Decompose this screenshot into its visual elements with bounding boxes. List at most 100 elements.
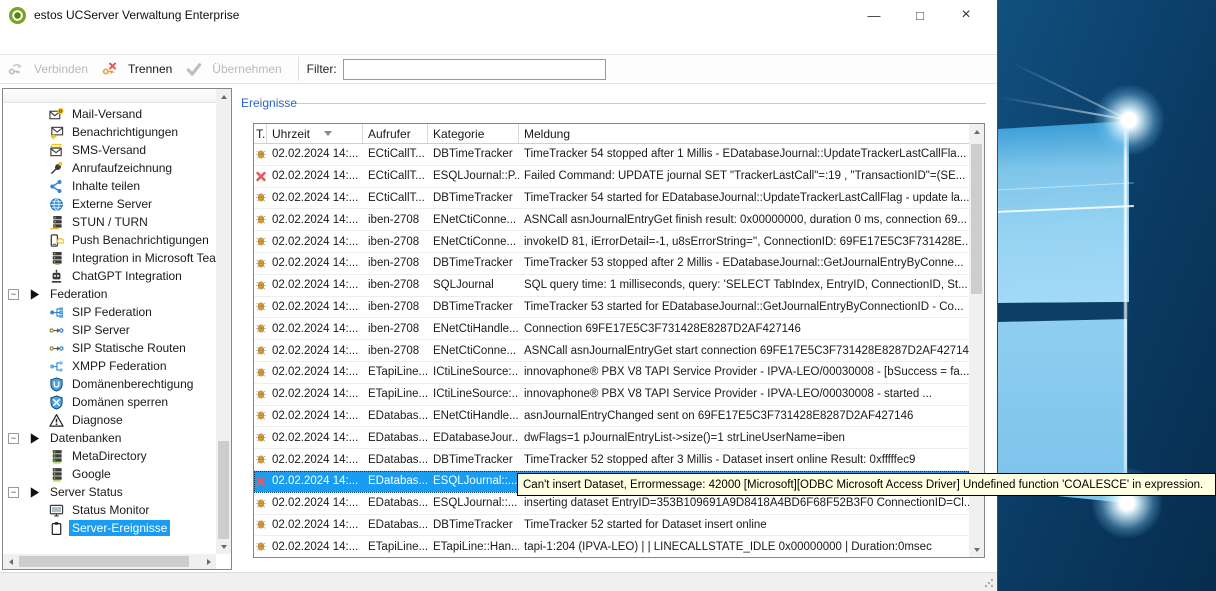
table-row[interactable]: 02.02.2024 14:... ECtiCallT... DBTimeTra… <box>254 188 969 210</box>
table-row[interactable]: 02.02.2024 14:... EDatabas... DBTimeTrac… <box>254 515 969 537</box>
column-header-t[interactable]: T... <box>254 124 267 143</box>
toolbar-separator <box>298 57 299 81</box>
table-row[interactable]: 02.02.2024 14:... EDatabas... DBTimeTrac… <box>254 449 969 471</box>
notification-mail-icon <box>48 124 64 140</box>
sidebar-item-externe-server[interactable]: Externe Server <box>3 195 216 213</box>
collapse-toggle[interactable] <box>8 487 19 498</box>
table-row[interactable]: 02.02.2024 14:... iben-2708 ENetCtiHandl… <box>254 318 969 340</box>
scroll-up-arrow-icon[interactable] <box>216 89 231 104</box>
tree-node-triangle-icon <box>26 430 42 446</box>
sidebar-item-sip-federation[interactable]: SIP Federation <box>3 303 216 321</box>
sidebar-item-dom-nen-sperren[interactable]: Domänen sperren <box>3 393 216 411</box>
disconnect-key-icon <box>102 61 118 77</box>
sidebar-item-status-monitor[interactable]: Status Monitor <box>3 501 216 519</box>
share-content-icon <box>48 178 64 194</box>
collapse-toggle[interactable] <box>8 433 19 444</box>
sip-federation-icon <box>48 304 64 320</box>
sidebar-item-anrufaufzeichnung[interactable]: Anrufaufzeichnung <box>3 159 216 177</box>
toolbar-button-verbinden[interactable]: Verbinden <box>8 61 88 77</box>
table-header-row: T... Uhrzeit Aufrufer Kategorie Meldung <box>254 124 969 144</box>
table-row[interactable]: 02.02.2024 14:... ETapiLine... ICtiLineS… <box>254 362 969 384</box>
menu-hilfe[interactable] <box>64 39 84 45</box>
column-header-aufrufer[interactable]: Aufrufer <box>363 124 428 143</box>
events-group-label: Ereignisse <box>241 96 301 110</box>
column-header-meldung[interactable]: Meldung <box>519 124 969 143</box>
scrollbar-thumb[interactable] <box>971 144 982 294</box>
stun-turn-server-icon <box>48 214 64 230</box>
tree-horizontal-scrollbar[interactable] <box>3 554 216 569</box>
menu-datei[interactable] <box>4 39 24 45</box>
scroll-right-arrow-icon[interactable] <box>201 554 216 569</box>
column-header-uhrzeit[interactable]: Uhrzeit <box>267 124 363 143</box>
bug-icon <box>254 366 267 379</box>
status-monitor-icon <box>48 502 64 518</box>
sidebar-item-google[interactable]: Google <box>3 465 216 483</box>
table-row[interactable]: 02.02.2024 14:... iben-2708 ENetCtiConne… <box>254 231 969 253</box>
table-row[interactable]: 02.02.2024 14:... EDatabas... ENetCtiHan… <box>254 406 969 428</box>
toolbar-button-bernehmen[interactable]: Übernehmen <box>186 61 281 77</box>
error-icon <box>254 170 267 183</box>
bug-icon <box>254 431 267 444</box>
menu-ansicht[interactable] <box>44 39 64 45</box>
scrollbar-thumb[interactable] <box>19 556 189 567</box>
scroll-down-arrow-icon[interactable] <box>969 542 984 557</box>
sidebar-item-diagnose[interactable]: Diagnose <box>3 411 216 429</box>
table-row[interactable]: 02.02.2024 14:... iben-2708 DBTimeTracke… <box>254 297 969 319</box>
sidebar-item-sip-statische-routen[interactable]: SIP Statische Routen <box>3 339 216 357</box>
sidebar-item-federation[interactable]: Federation <box>3 285 216 303</box>
sidebar-item-server-ereignisse[interactable]: Server-Ereignisse <box>3 519 216 537</box>
minimize-button[interactable]: — <box>851 0 897 30</box>
table-row[interactable]: 02.02.2024 14:... EDatabas... ESQLJourna… <box>254 493 969 515</box>
windows-logo-edge <box>1124 130 1127 503</box>
scrollbar-thumb[interactable] <box>218 441 229 539</box>
table-row[interactable]: 02.02.2024 14:... ECtiCallT... ESQLJourn… <box>254 166 969 188</box>
table-row[interactable]: 02.02.2024 14:... iben-2708 ENetCtiConne… <box>254 340 969 362</box>
menubar <box>0 30 997 54</box>
sidebar-item-chatgpt-integration[interactable]: ChatGPT Integration <box>3 267 216 285</box>
sidebar-item-server-status[interactable]: Server Status <box>3 483 216 501</box>
table-row[interactable]: 02.02.2024 14:... iben-2708 SQLJournal S… <box>254 275 969 297</box>
sidebar-item-xmpp-federation[interactable]: XMPP Federation <box>3 357 216 375</box>
push-notification-icon <box>48 232 64 248</box>
table-row[interactable]: 02.02.2024 14:... ECtiCallT... DBTimeTra… <box>254 144 969 166</box>
toolbar-button-trennen[interactable]: Trennen <box>102 61 172 77</box>
sidebar-item-dom-nenberechtigung[interactable]: Domänenberechtigung <box>3 375 216 393</box>
app-window: estos UCServer Verwaltung Enterprise — □… <box>0 0 998 591</box>
apply-check-icon <box>186 61 202 77</box>
sidebar-item-inhalte-teilen[interactable]: Inhalte teilen <box>3 177 216 195</box>
scroll-down-arrow-icon[interactable] <box>216 539 231 554</box>
menu-extras[interactable] <box>24 39 44 45</box>
bug-icon <box>254 300 267 313</box>
tree-vertical-scrollbar[interactable] <box>216 89 231 554</box>
filter-input[interactable] <box>343 59 606 80</box>
column-header-kategorie[interactable]: Kategorie <box>428 124 519 143</box>
bug-icon <box>254 213 267 226</box>
sidebar-item-sms-versand[interactable]: SMS-Versand <box>3 141 216 159</box>
titlebar: estos UCServer Verwaltung Enterprise — □… <box>0 0 997 30</box>
table-row[interactable]: 02.02.2024 14:... EDatabas... EDatabaseJ… <box>254 427 969 449</box>
table-row[interactable]: 02.02.2024 14:... iben-2708 DBTimeTracke… <box>254 253 969 275</box>
resize-grip[interactable] <box>984 578 994 588</box>
collapse-toggle[interactable] <box>8 289 19 300</box>
sidebar-item-sip-server[interactable]: SIP Server <box>3 321 216 339</box>
bug-icon <box>254 540 267 553</box>
scroll-left-arrow-icon[interactable] <box>3 554 18 569</box>
maximize-button[interactable]: □ <box>897 0 943 30</box>
scroll-up-arrow-icon[interactable] <box>969 124 984 139</box>
table-row[interactable]: 02.02.2024 14:... iben-2708 ENetCtiConne… <box>254 209 969 231</box>
bug-icon <box>254 257 267 270</box>
table-row[interactable]: 02.02.2024 14:... ETapiLine... ICtiLineS… <box>254 384 969 406</box>
table-row[interactable]: 02.02.2024 14:... ETapiLine... ETapiLine… <box>254 536 969 557</box>
groupbox-line <box>297 103 986 104</box>
sidebar-item-metadirectory[interactable]: MetaDirectory <box>3 447 216 465</box>
bug-icon <box>254 453 267 466</box>
sidebar-item-stun-turn[interactable]: STUN / TURN <box>3 213 216 231</box>
sidebar-item-mail-versand[interactable]: Mail-Versand <box>3 105 216 123</box>
sidebar-item-datenbanken[interactable]: Datenbanken <box>3 429 216 447</box>
sidebar-item-integration-in-microsoft-teams[interactable]: Integration in Microsoft Teams <box>3 249 216 267</box>
close-button[interactable]: × <box>943 0 989 30</box>
statusbar <box>0 572 997 591</box>
database-server-icon <box>48 466 64 482</box>
sidebar-item-push-benachrichtigungen[interactable]: Push Benachrichtigungen <box>3 231 216 249</box>
sidebar-item-benachrichtigungen[interactable]: Benachrichtigungen <box>3 123 216 141</box>
